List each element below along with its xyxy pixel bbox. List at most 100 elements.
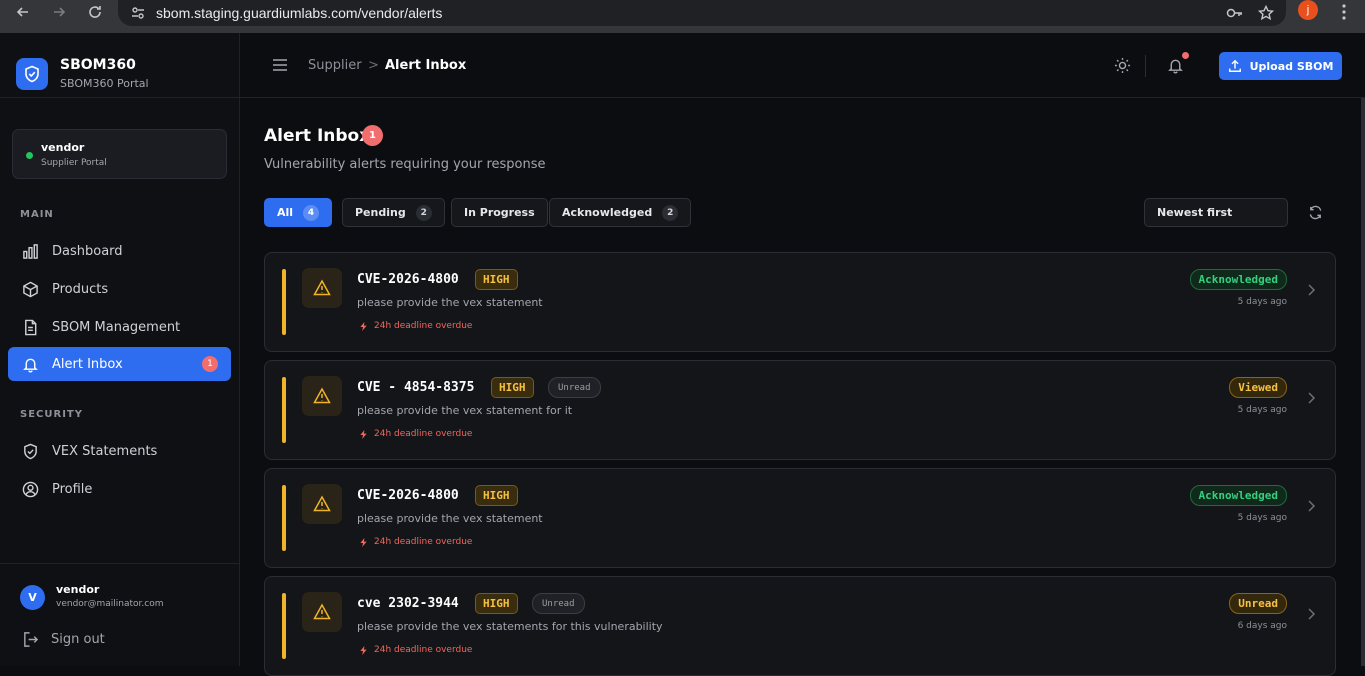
alert-card[interactable]: CVE - 4854-8375 HIGH Unread please provi… [264,360,1336,460]
warning-triangle-icon [302,484,342,524]
filter-label: In Progress [464,206,535,219]
breadcrumb-supplier[interactable]: Supplier [308,58,362,73]
sign-out-button[interactable]: Sign out [22,631,105,648]
filter-acknowledged[interactable]: Acknowledged 2 [549,198,692,227]
section-label-security: SECURITY [20,409,83,420]
sidebar-item-label: Products [52,281,109,297]
page-subtitle: Vulnerability alerts requiring your resp… [264,157,546,172]
sidebar-item-label: Alert Inbox [52,356,123,372]
alert-card[interactable]: CVE-2026-4800 HIGH please provide the ve… [264,468,1336,568]
breadcrumb-current: Alert Inbox [385,58,467,73]
deadline-warning: 24h deadline overdue [359,537,472,547]
avatar[interactable]: V [20,585,45,610]
lightning-icon [360,645,367,655]
chevron-right-icon[interactable] [1305,283,1317,297]
status-badge: Acknowledged [1189,269,1287,290]
browser-toolbar: sbom.staging.guardiumlabs.com/vendor/ale… [0,0,1365,33]
page-title: Alert Inbox [264,126,371,146]
cve-id: CVE-2026-4800 [357,272,459,287]
notification-bell-icon[interactable] [1167,57,1184,74]
reload-icon[interactable] [83,0,107,24]
timestamp: 6 days ago [1237,621,1287,631]
theme-toggle-sun-icon[interactable] [1114,57,1131,74]
lightning-icon [360,321,367,331]
shield-check-icon [24,443,37,459]
alert-description: please provide the vex statement [357,296,543,309]
online-status-dot [26,152,33,159]
refresh-icon[interactable] [1308,205,1323,220]
sidebar-item-dashboard[interactable]: Dashboard [8,234,231,268]
filter-in-progress[interactable]: In Progress [451,198,548,227]
bar-chart-icon [23,243,38,259]
sidebar-item-profile[interactable]: Profile [8,472,231,506]
warning-triangle-icon [302,592,342,632]
breadcrumb-separator: > [368,58,379,73]
cve-id: CVE - 4854-8375 [357,380,475,395]
cve-id: CVE-2026-4800 [357,488,459,503]
status-badge: Viewed [1229,377,1287,398]
user-email: vendor@mailinator.com [56,599,164,609]
sidebar-item-alert-inbox[interactable]: Alert Inbox 1 [8,347,231,381]
filter-label: All [277,206,294,219]
filter-pending[interactable]: Pending 2 [342,198,445,227]
filter-count: 2 [662,204,679,221]
key-icon[interactable] [1226,5,1244,21]
bell-icon [23,358,38,372]
browser-menu-icon[interactable] [1336,3,1352,21]
shield-logo-icon [16,57,48,90]
sidebar-item-vex-statements[interactable]: VEX Statements [8,434,231,468]
sidebar-item-label: Profile [52,481,93,497]
divider [1145,55,1146,77]
hamburger-menu-icon[interactable] [272,57,288,73]
deadline-warning: 24h deadline overdue [359,429,472,439]
chevron-right-icon[interactable] [1305,499,1317,513]
scrollbar-thumb[interactable] [1361,98,1365,666]
chevron-right-icon[interactable] [1305,607,1317,621]
back-arrow-icon[interactable] [11,0,35,24]
profile-avatar[interactable]: j [1298,0,1318,20]
user-circle-icon [22,481,39,497]
sort-select[interactable]: Newest first [1144,198,1288,227]
user-name: vendor [56,583,100,596]
chevron-right-icon[interactable] [1305,391,1317,405]
status-badge: Acknowledged [1189,485,1287,506]
deadline-text: 24h deadline overdue [374,429,473,439]
url-text[interactable]: sbom.staging.guardiumlabs.com/vendor/ale… [156,5,442,21]
sidebar-item-label: VEX Statements [52,443,158,459]
sidebar: SBOM360 SBOM360 Portal vendor Supplier P… [0,33,240,666]
forward-arrow-icon[interactable] [47,0,71,24]
sidebar-item-products[interactable]: Products [8,272,231,306]
vendor-portal-label: Supplier Portal [41,158,107,168]
box-icon [23,281,38,297]
lightning-icon [360,537,367,547]
severity-badge: HIGH [491,377,534,398]
filter-label: Acknowledged [562,206,653,219]
severity-badge: HIGH [475,269,518,290]
brand[interactable]: SBOM360 SBOM360 Portal [16,57,149,90]
filter-count: 2 [415,204,432,221]
upload-icon [1228,59,1241,72]
site-settings-icon[interactable] [130,5,146,21]
vendor-card[interactable]: vendor Supplier Portal [12,129,227,179]
address-bar[interactable]: sbom.staging.guardiumlabs.com/vendor/ale… [118,0,1286,26]
timestamp: 5 days ago [1237,297,1287,307]
filter-count: 4 [303,204,320,221]
bookmark-star-icon[interactable] [1258,5,1274,21]
brand-title: SBOM360 [60,57,136,73]
alert-card[interactable]: CVE-2026-4800 HIGH please provide the ve… [264,252,1336,352]
vendor-name: vendor [41,141,85,154]
timestamp: 5 days ago [1237,405,1287,415]
divider [0,97,240,98]
deadline-text: 24h deadline overdue [374,645,473,655]
section-label-main: MAIN [20,209,54,220]
brand-subtitle: SBOM360 Portal [60,77,149,90]
upload-sbom-button[interactable]: Upload SBOM [1219,52,1342,80]
severity-bar [282,377,286,443]
filter-all[interactable]: All 4 [264,198,333,227]
alert-card[interactable]: cve 2302-3944 HIGH Unread please provide… [264,576,1336,676]
severity-bar [282,593,286,659]
alert-description: please provide the vex statements for th… [357,620,663,633]
sort-value: Newest first [1157,206,1233,219]
sidebar-item-sbom-management[interactable]: SBOM Management [8,310,231,344]
timestamp: 5 days ago [1237,513,1287,523]
